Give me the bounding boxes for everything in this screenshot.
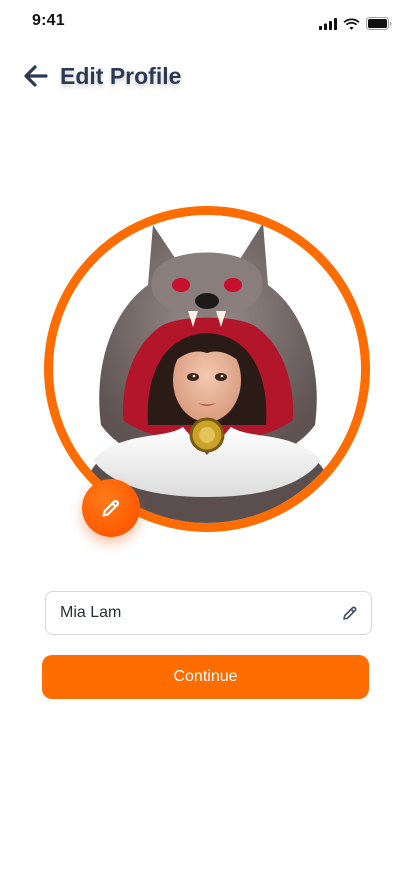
avatar-ring bbox=[44, 206, 370, 532]
name-field bbox=[45, 591, 372, 635]
status-bar: 9:41 bbox=[0, 0, 414, 44]
status-icons bbox=[319, 17, 392, 30]
status-time: 9:41 bbox=[32, 12, 65, 29]
pencil-icon bbox=[102, 499, 120, 517]
name-input[interactable] bbox=[60, 592, 330, 634]
back-button[interactable] bbox=[22, 62, 50, 90]
wifi-icon bbox=[343, 18, 360, 30]
page-title: Edit Profile bbox=[60, 62, 182, 89]
wolf-hood-character-avatar bbox=[73, 223, 343, 523]
profile-avatar bbox=[44, 206, 370, 537]
cellular-signal-icon bbox=[319, 17, 337, 30]
arrow-left-icon bbox=[24, 65, 48, 87]
edit-profile-screen: 9:41 Edit Profile Mia Lam Continue bbox=[0, 0, 414, 896]
header: Edit Profile bbox=[22, 58, 181, 94]
edit-avatar-button[interactable] bbox=[82, 479, 140, 537]
pencil-icon[interactable] bbox=[341, 604, 359, 622]
battery-icon bbox=[366, 17, 392, 30]
continue-button[interactable]: Continue bbox=[42, 655, 369, 699]
